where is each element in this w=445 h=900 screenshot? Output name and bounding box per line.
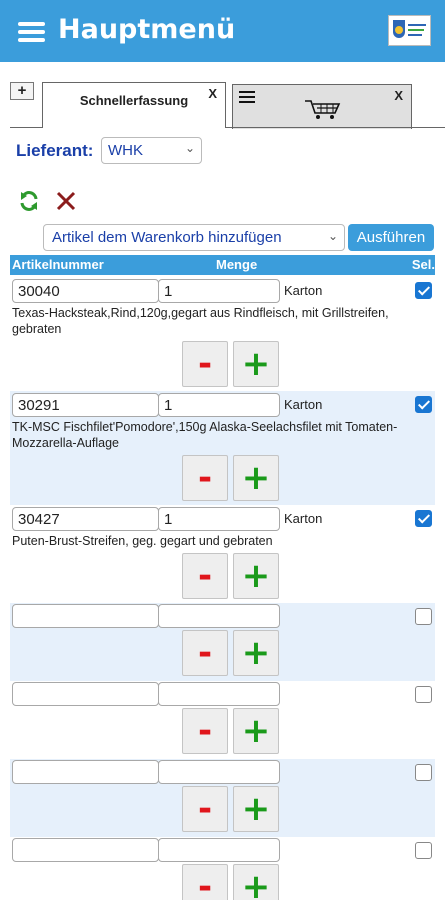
table-row: - + [10, 681, 435, 759]
supplier-select[interactable]: WHK ⌄ [101, 137, 202, 164]
table-row: 30040 1 Karton Texas-Hacksteak,Rind,120g… [10, 277, 435, 391]
unit-label: Karton [284, 511, 323, 526]
article-description: Puten-Brust-Streifen, geg. gegart und ge… [12, 534, 273, 548]
row-select-checkbox[interactable] [415, 842, 432, 859]
unit-label: Karton [284, 397, 323, 412]
article-number-input[interactable] [12, 604, 159, 628]
table-row: - + [10, 603, 435, 681]
decrease-quantity-button[interactable]: - [182, 455, 228, 501]
action-select-value: Artikel dem Warenkorb hinzufügen [52, 229, 282, 246]
tab-cart[interactable]: X [232, 84, 412, 129]
article-number-input[interactable] [12, 838, 159, 862]
quantity-input[interactable] [158, 604, 280, 628]
quantity-input[interactable]: 1 [158, 279, 280, 303]
row-select-checkbox[interactable] [415, 764, 432, 781]
decrease-quantity-button[interactable]: - [182, 864, 228, 900]
hamburger-icon [239, 91, 255, 106]
row-select-checkbox[interactable] [415, 396, 432, 413]
table-row: - + [10, 837, 435, 900]
decrease-quantity-button[interactable]: - [182, 630, 228, 676]
execute-button[interactable]: Ausführen [348, 224, 434, 251]
row-select-checkbox[interactable] [415, 282, 432, 299]
increase-quantity-button[interactable]: + [233, 708, 279, 754]
decrease-quantity-button[interactable]: - [182, 786, 228, 832]
chevron-down-icon: ⌄ [327, 229, 338, 243]
increase-quantity-button[interactable]: + [233, 630, 279, 676]
delete-x-icon[interactable] [56, 191, 76, 211]
increase-quantity-button[interactable]: + [233, 341, 279, 387]
quantity-input[interactable] [158, 838, 280, 862]
article-number-input[interactable]: 30427 [12, 507, 159, 531]
increase-quantity-button[interactable]: + [233, 455, 279, 501]
page-title: Hauptmenü [58, 14, 236, 45]
increase-quantity-button[interactable]: + [233, 553, 279, 599]
refresh-icon[interactable] [18, 190, 40, 212]
supplier-label: Lieferant: [16, 141, 94, 160]
row-select-checkbox[interactable] [415, 686, 432, 703]
app-bar: Hauptmenü [0, 0, 445, 62]
column-header-quantity: Menge [216, 257, 258, 272]
table-row: 30291 1 Karton TK-MSC Fischfilet'Pomodor… [10, 391, 435, 505]
article-number-input[interactable] [12, 682, 159, 706]
quantity-input[interactable] [158, 682, 280, 706]
company-logo [388, 15, 431, 46]
table-header: Artikelnummer Menge Sel. [10, 255, 435, 275]
chevron-down-icon: ⌄ [184, 141, 195, 155]
tab-close-icon[interactable]: X [394, 88, 403, 103]
tab-quick-entry[interactable]: Schnellerfassung X [42, 82, 226, 128]
tab-bar: + Schnellerfassung X X [0, 62, 445, 129]
article-number-input[interactable]: 30291 [12, 393, 159, 417]
supplier-select-value: WHK [108, 142, 143, 159]
article-description: Texas-Hacksteak,Rind,120g,gegart aus Rin… [12, 306, 389, 336]
quantity-input[interactable]: 1 [158, 507, 280, 531]
decrease-quantity-button[interactable]: - [182, 553, 228, 599]
table-row: - + [10, 759, 435, 837]
row-select-checkbox[interactable] [415, 510, 432, 527]
column-header-select: Sel. [411, 257, 435, 272]
add-tab-button[interactable]: + [10, 82, 34, 100]
column-header-article: Artikelnummer [12, 257, 104, 272]
unit-label: Karton [284, 283, 323, 298]
quantity-input[interactable] [158, 760, 280, 784]
hamburger-menu-icon[interactable] [18, 22, 45, 42]
increase-quantity-button[interactable]: + [233, 786, 279, 832]
decrease-quantity-button[interactable]: - [182, 341, 228, 387]
increase-quantity-button[interactable]: + [233, 864, 279, 900]
tab-quick-entry-label: Schnellerfassung [79, 93, 189, 108]
tab-close-icon[interactable]: X [208, 86, 217, 101]
article-number-input[interactable]: 30040 [12, 279, 159, 303]
shopping-cart-icon [305, 100, 341, 119]
action-select[interactable]: Artikel dem Warenkorb hinzufügen ⌄ [43, 224, 345, 251]
table-row: 30427 1 Karton Puten-Brust-Streifen, geg… [10, 505, 435, 603]
quantity-input[interactable]: 1 [158, 393, 280, 417]
article-number-input[interactable] [12, 760, 159, 784]
row-select-checkbox[interactable] [415, 608, 432, 625]
article-description: TK-MSC Fischfilet'Pomodore',150g Alaska-… [12, 420, 398, 450]
decrease-quantity-button[interactable]: - [182, 708, 228, 754]
